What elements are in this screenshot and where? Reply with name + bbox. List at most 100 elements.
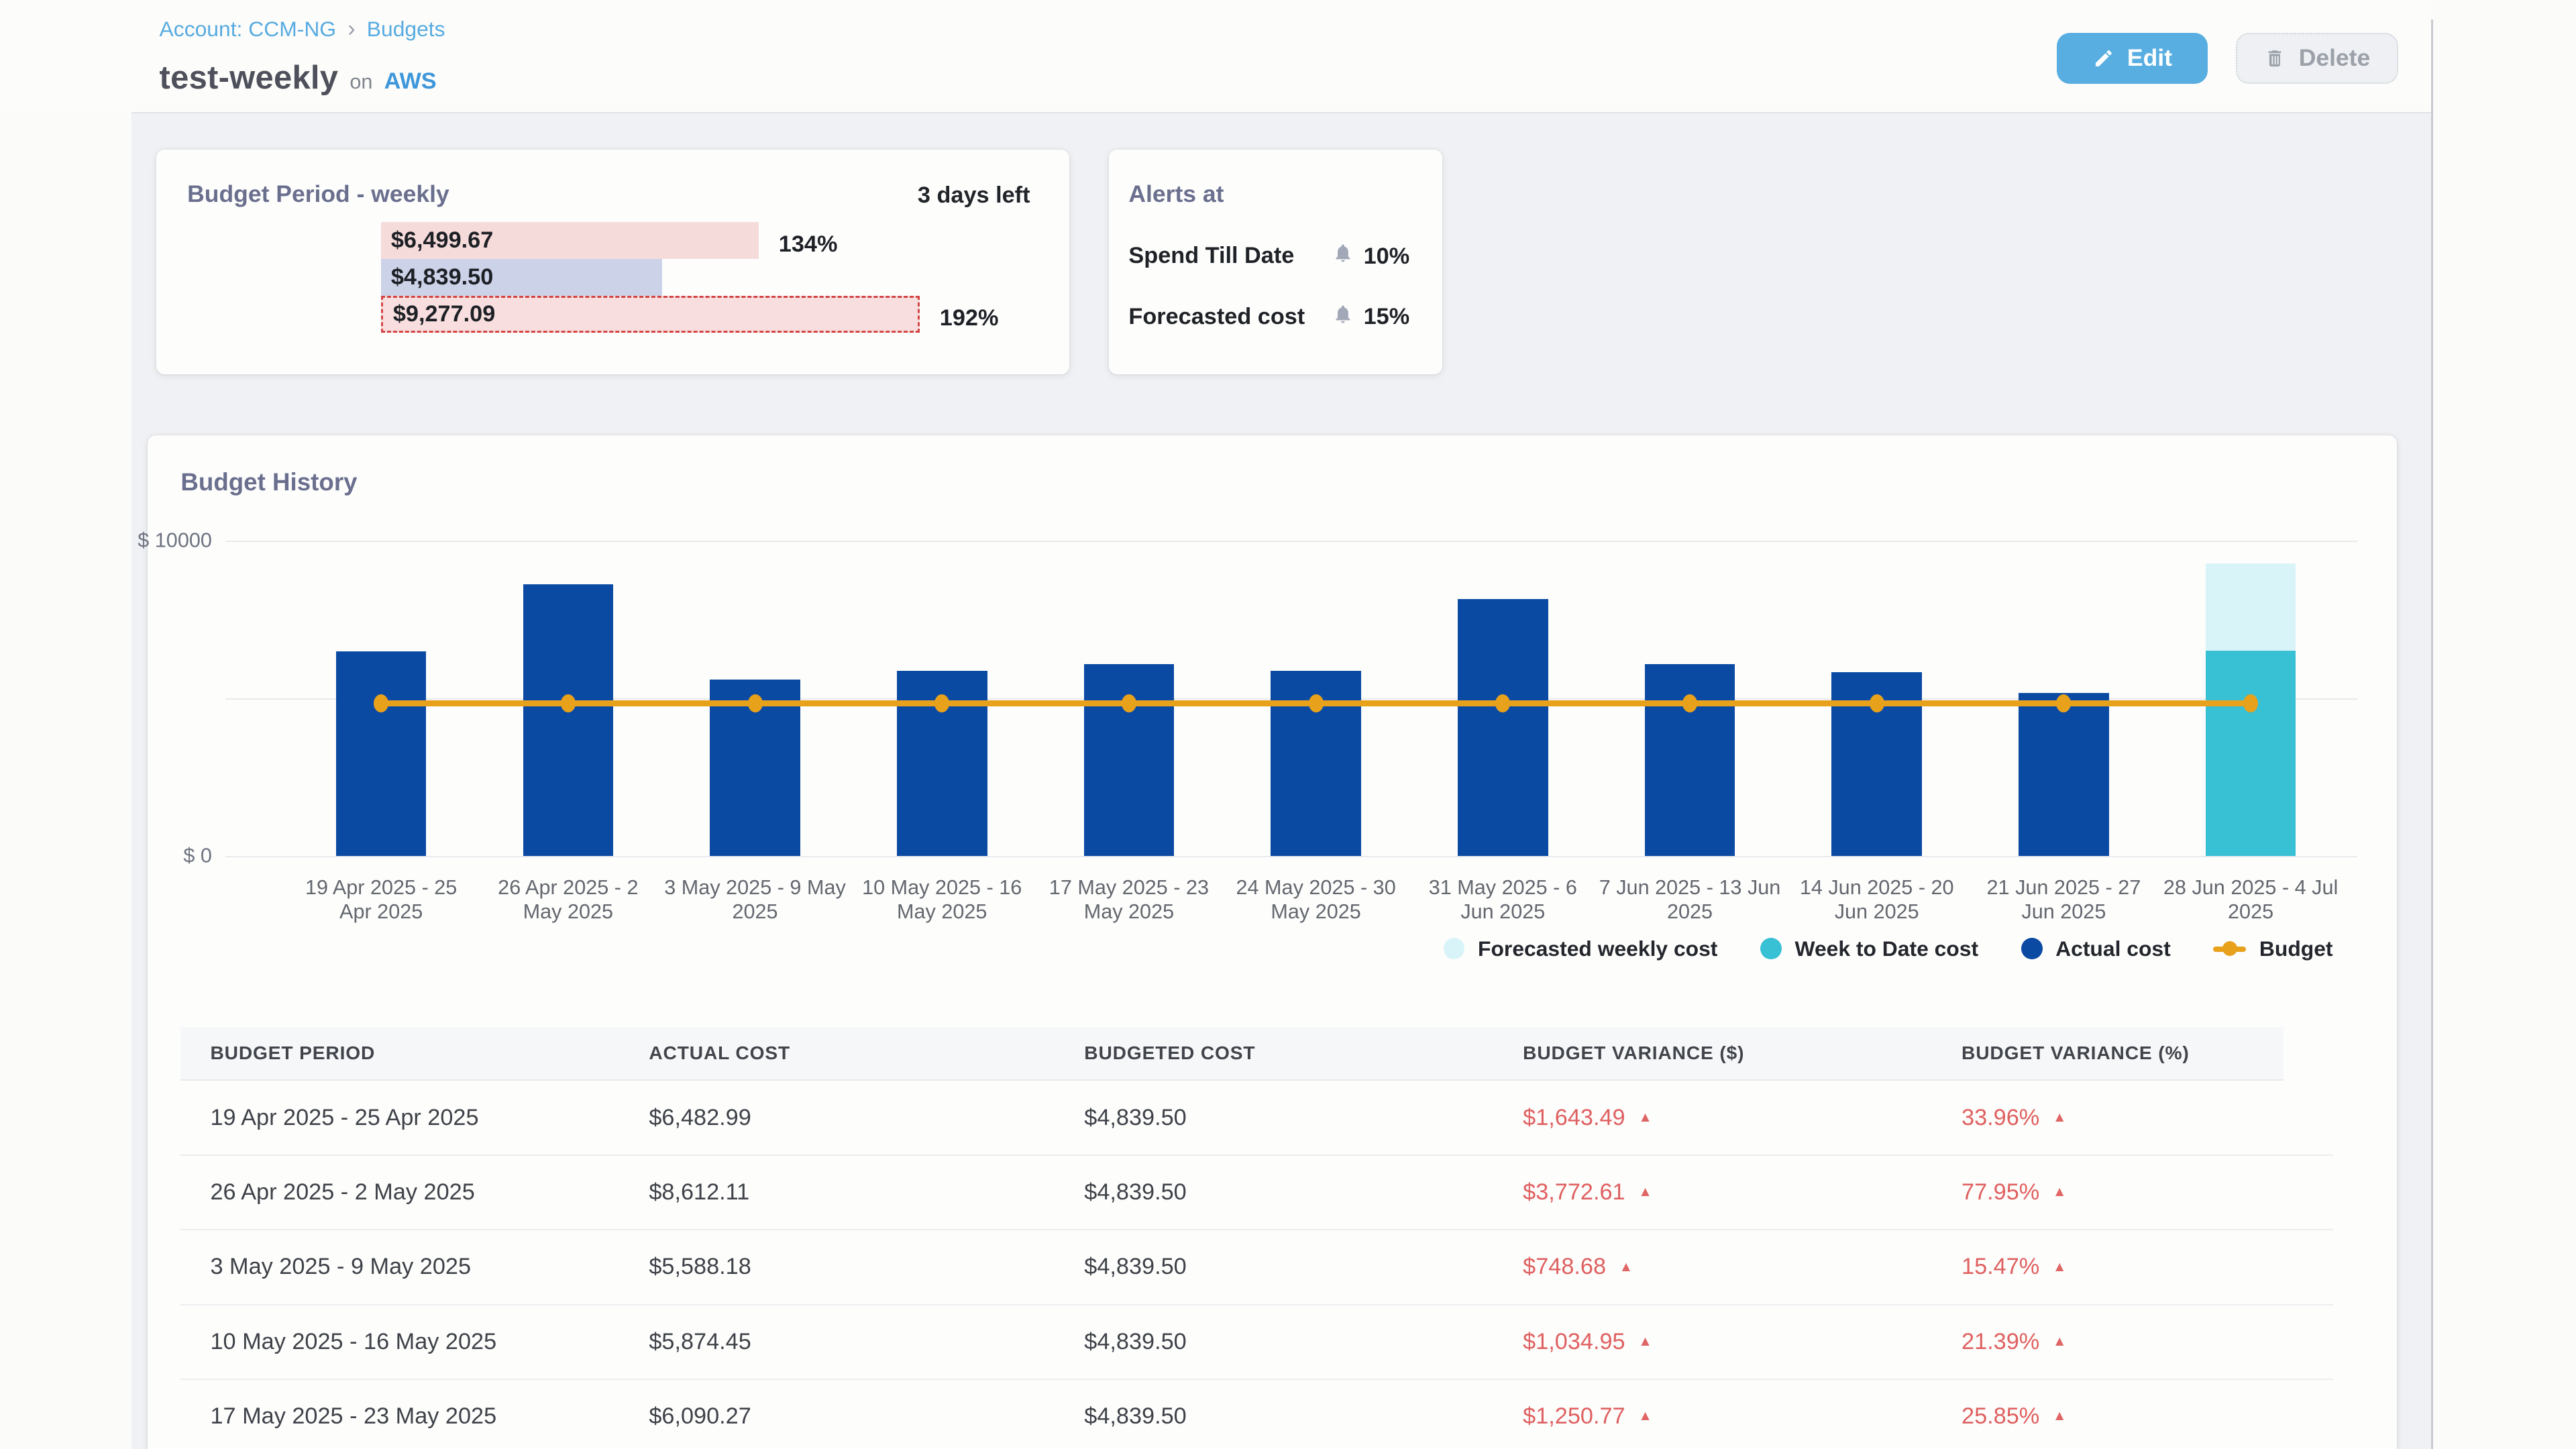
triangle-up-icon: ▲ — [1638, 1111, 1652, 1125]
x-axis-category-label: 26 Apr 2025 - 2 May 2025 — [476, 875, 660, 924]
top-header-bar: Account: CCM-NG › Budgets test-weekly on… — [0, 0, 2576, 112]
x-axis-category-label: 28 Jun 2025 - 4 Jul 2025 — [2159, 875, 2343, 924]
legend-item: Forecasted weekly cost — [1444, 936, 1718, 961]
cell-actual-cost: $6,482.99 — [619, 1105, 1055, 1131]
alert-threshold-value: 15% — [1364, 304, 1410, 330]
breadcrumb-account-link[interactable]: Account: CCM-NG — [160, 17, 337, 42]
cell-budget-variance-pct: 25.85% ▲ — [1932, 1403, 2333, 1430]
table-header-cell: BUDGET PERIOD — [180, 1042, 619, 1064]
x-axis-category-label: 3 May 2025 - 9 May 2025 — [663, 875, 847, 924]
triangle-up-icon: ▲ — [2053, 1409, 2067, 1424]
budget-line-marker — [2243, 694, 2258, 712]
vertical-scrollbar[interactable] — [2431, 19, 2433, 1449]
triangle-up-icon: ▲ — [1619, 1260, 1633, 1275]
week-to-date-cost-bar — [2206, 651, 2296, 856]
actual-cost-bar — [2019, 693, 2109, 856]
chart-legend: Forecasted weekly cost Week to Date cost A… — [148, 936, 2332, 961]
legend-item: Week to Date cost — [1760, 936, 1978, 961]
cell-budget-period: 17 May 2025 - 23 May 2025 — [180, 1403, 619, 1430]
budget-line-marker — [1495, 694, 1510, 712]
table-row: 10 May 2025 - 16 May 2025$5,874.45$4,839… — [180, 1305, 2332, 1380]
budget-period-row-bar: $6,499.67 — [381, 222, 759, 259]
triangle-up-icon: ▲ — [1638, 1409, 1652, 1424]
edit-button[interactable]: Edit — [2057, 33, 2208, 84]
cell-budget-period: 3 May 2025 - 9 May 2025 — [180, 1254, 619, 1280]
cell-actual-cost: $8,612.11 — [619, 1179, 1055, 1205]
pencil-icon — [2093, 48, 2114, 69]
variance-usd-value: $1,034.95 — [1523, 1329, 1625, 1355]
forecasted-weekly-cost-swatch-icon — [1444, 938, 1465, 959]
variance-pct-value: 21.39% — [1962, 1329, 2039, 1355]
chart-gridline — [225, 856, 2358, 857]
budget-line-swatch-icon — [2213, 938, 2246, 959]
cell-budgeted-cost: $4,839.50 — [1055, 1105, 1493, 1131]
legend-label: Actual cost — [2055, 936, 2171, 961]
variance-pct-value: 33.96% — [1962, 1105, 2039, 1131]
budget-line-marker — [561, 694, 576, 712]
budget-period-row-value: $9,277.09 — [383, 301, 495, 327]
alert-threshold-value: 10% — [1364, 244, 1410, 270]
breadcrumb-budgets-link[interactable]: Budgets — [367, 17, 445, 42]
table-row: 3 May 2025 - 9 May 2025$5,588.18$4,839.5… — [180, 1230, 2332, 1305]
right-gutter — [2433, 0, 2576, 1449]
triangle-up-icon: ▲ — [1638, 1335, 1652, 1349]
page-title-on: on — [350, 70, 372, 94]
alerts-card: Alerts at Spend Till Date10%Forecasted c… — [1109, 150, 1442, 375]
x-axis-category-label: 7 Jun 2025 - 13 Jun 2025 — [1598, 875, 1782, 924]
variance-usd-value: $1,643.49 — [1523, 1105, 1625, 1131]
bell-icon — [1332, 241, 1354, 271]
budget-period-row-value: $6,499.67 — [381, 227, 493, 254]
cell-budget-variance-pct: 21.39%▲ — [1932, 1329, 2333, 1355]
actual-cost-bar — [523, 584, 614, 856]
budget-line-marker — [934, 694, 949, 712]
cell-actual-cost: $5,588.18 — [619, 1254, 1055, 1280]
y-axis-tick-label: $ 10000 — [138, 529, 212, 552]
cell-budget-variance-usd: $1,643.49 ▲ — [1493, 1105, 1932, 1131]
table-header-cell: ACTUAL COST — [619, 1042, 1055, 1064]
x-axis-category-label: 14 Jun 2025 - 20 Jun 2025 — [1785, 875, 1969, 924]
cell-budget-variance-usd: $3,772.61▲ — [1493, 1179, 1932, 1205]
legend-label: Forecasted weekly cost — [1478, 936, 1717, 961]
budget-line-marker — [374, 694, 388, 712]
cell-budget-variance-usd: $1,250.77▲ — [1493, 1403, 1932, 1430]
cell-budget-period: 19 Apr 2025 - 25 Apr 2025 — [180, 1105, 619, 1131]
x-axis-category-label: 31 May 2025 - 6 Jun 2025 — [1411, 875, 1595, 924]
triangle-up-icon: ▲ — [2053, 1185, 2067, 1199]
triangle-up-icon: ▲ — [2053, 1111, 2067, 1125]
cell-budgeted-cost: $4,839.50 — [1055, 1403, 1493, 1430]
legend-item: Budget — [2213, 936, 2332, 961]
cell-budget-period: 10 May 2025 - 16 May 2025 — [180, 1329, 619, 1355]
cell-actual-cost: $5,874.45 — [619, 1329, 1055, 1355]
bell-icon — [1332, 303, 1354, 332]
cell-budget-period: 26 Apr 2025 - 2 May 2025 — [180, 1179, 619, 1205]
budget-history-card: Budget History $ 10000$ 0 19 Apr 2025 - … — [148, 435, 2397, 1449]
alert-row-threshold: 10% — [1332, 241, 1409, 271]
alert-row-threshold: 15% — [1332, 303, 1409, 332]
legend-label: Week to Date cost — [1794, 936, 1978, 961]
budget-line-marker — [1309, 694, 1324, 712]
legend-item: Actual cost — [2021, 936, 2171, 961]
cell-budgeted-cost: $4,839.50 — [1055, 1179, 1493, 1205]
cell-budget-variance-pct: 15.47%▲ — [1932, 1254, 2333, 1280]
cell-budget-variance-pct: 77.95%▲ — [1932, 1179, 2333, 1205]
budget-period-card-title: Budget Period - weekly — [187, 180, 449, 208]
chart-gridline — [225, 541, 2358, 542]
x-axis-category-label: 17 May 2025 - 23 May 2025 — [1037, 875, 1221, 924]
budget-line-marker — [1870, 694, 1884, 712]
trash-icon — [2264, 47, 2286, 70]
triangle-up-icon: ▲ — [1638, 1185, 1652, 1199]
legend-label: Budget — [2259, 936, 2333, 961]
x-axis-category-label: 24 May 2025 - 30 May 2025 — [1224, 875, 1407, 924]
actual-cost-bar — [1458, 599, 1548, 856]
budget-period-row-percent: 192% — [940, 305, 999, 331]
breadcrumb: Account: CCM-NG › Budgets — [160, 16, 445, 42]
cloud-provider-label: AWS — [384, 68, 437, 95]
budget-period-row-bar: $9,277.09 — [381, 296, 920, 333]
budget-period-row-bar: $4,839.50 — [381, 259, 662, 296]
cell-budgeted-cost: $4,839.50 — [1055, 1329, 1493, 1355]
table-header-cell: BUDGET VARIANCE ($) — [1493, 1042, 1932, 1064]
actual-cost-bar — [336, 651, 427, 856]
delete-button[interactable]: Delete — [2236, 33, 2398, 84]
budget-line-marker — [1122, 694, 1136, 712]
variance-pct-value: 25.85% — [1962, 1403, 2039, 1430]
